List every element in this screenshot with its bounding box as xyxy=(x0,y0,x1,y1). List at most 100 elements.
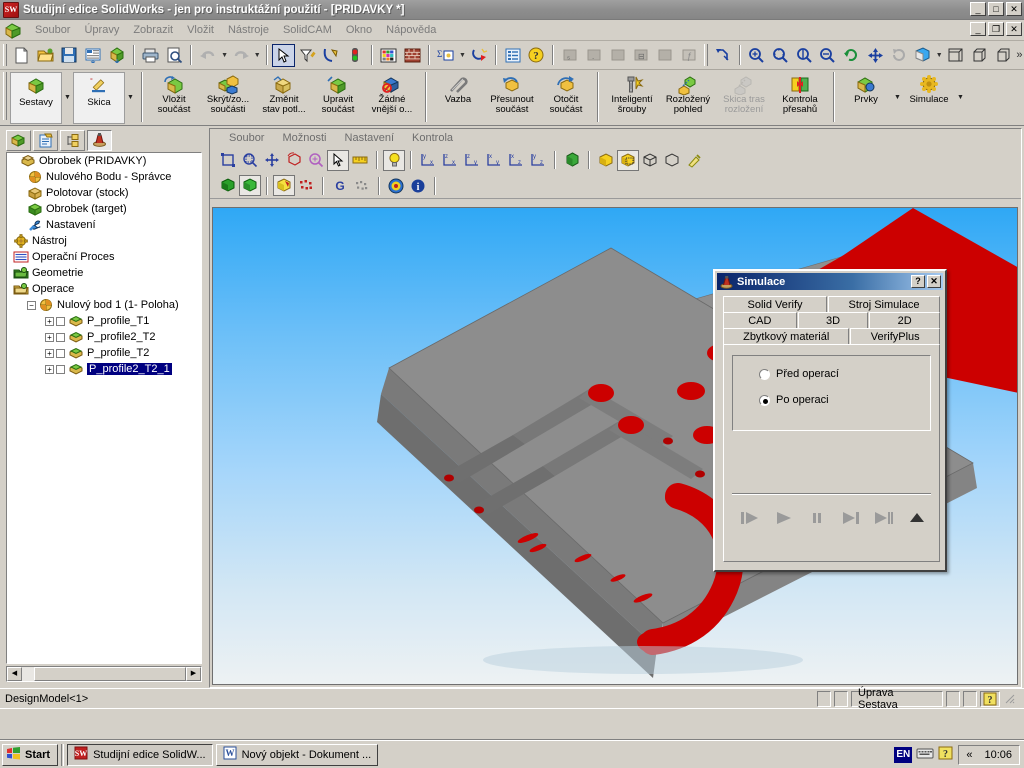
shade-selected-icon[interactable] xyxy=(617,149,639,171)
move-component-button[interactable]: Přesunout součást xyxy=(484,72,540,124)
view-xz-icon[interactable]: xz xyxy=(505,150,527,171)
features-button[interactable]: Prvky xyxy=(840,72,892,124)
tab-cad[interactable]: CAD xyxy=(723,312,797,328)
paint-brush-icon[interactable] xyxy=(683,150,705,171)
help-icon[interactable]: ? xyxy=(525,44,549,67)
filter-icon[interactable] xyxy=(295,44,319,67)
menu-item-okno[interactable]: Okno xyxy=(339,22,379,38)
stock-render-icon[interactable] xyxy=(273,175,295,196)
wireframe-icon[interactable] xyxy=(639,150,661,171)
doc-restore-button[interactable]: ❐ xyxy=(988,22,1004,36)
zoom-out-icon[interactable] xyxy=(816,44,840,67)
more-toolbar-icons-chevron[interactable]: » xyxy=(1015,44,1024,67)
simulation-button[interactable]: Simulace xyxy=(903,72,955,124)
view-yx-icon[interactable]: yx xyxy=(417,150,439,171)
save-icon[interactable] xyxy=(58,44,82,67)
sketch-button[interactable]: ° Skica xyxy=(73,72,125,124)
print-layout-icon[interactable] xyxy=(81,44,105,67)
rebuild-refresh-icon[interactable] xyxy=(467,44,491,67)
insert-component-button[interactable]: Vložit součást xyxy=(148,72,200,124)
expand-plus-icon[interactable]: + xyxy=(45,348,54,358)
pan-move-icon[interactable] xyxy=(261,150,283,171)
tab-solid-verify[interactable]: Solid Verify xyxy=(723,296,827,312)
redo-icon[interactable] xyxy=(229,44,253,67)
color-palette-icon[interactable] xyxy=(377,44,401,67)
view-menu-kontrola[interactable]: Kontrola xyxy=(403,132,462,144)
play-to-end-button[interactable] xyxy=(872,507,896,529)
tab-2d[interactable]: 2D xyxy=(869,312,940,328)
box-outline-icon[interactable] xyxy=(661,150,683,171)
minimize-button[interactable]: _ xyxy=(970,2,986,16)
measure-sketch-icon[interactable] xyxy=(319,44,343,67)
new-document-icon[interactable] xyxy=(10,44,34,67)
menu-item-upravy[interactable]: Úpravy xyxy=(77,22,126,38)
view-toolbar-grip[interactable] xyxy=(703,44,708,66)
doc-minimize-button[interactable]: _ xyxy=(970,22,986,36)
radio-row-pred-operaci[interactable]: Před operací xyxy=(759,366,930,382)
mass-properties-dropdown-arrow[interactable]: ▼ xyxy=(458,44,467,67)
trimetric-view-icon[interactable] xyxy=(967,44,991,67)
globe-isometric-icon[interactable] xyxy=(561,150,583,171)
radio-row-po-operaci[interactable]: Po operaci xyxy=(759,392,930,408)
taskbar-item-solidworks[interactable]: SW Studijní edice SolidW... xyxy=(67,743,213,766)
rotate-view-icon[interactable] xyxy=(840,44,864,67)
fit-frame-icon[interactable] xyxy=(217,150,239,171)
operation-checkbox[interactable] xyxy=(56,364,65,374)
clock-area[interactable]: « 10:06 xyxy=(958,744,1020,765)
traffic-light-icon[interactable] xyxy=(343,44,367,67)
display-style-icon[interactable] xyxy=(911,44,935,67)
edit-component-button[interactable]: Upravit součást xyxy=(312,72,364,124)
feature-tree-tab[interactable] xyxy=(6,129,31,151)
start-button[interactable]: Start xyxy=(2,743,59,766)
menu-item-nastroje[interactable]: Nástroje xyxy=(221,22,276,38)
mate-button[interactable]: Vazba xyxy=(432,72,484,124)
solid-green-cube2-icon[interactable] xyxy=(239,175,261,196)
undo-icon[interactable] xyxy=(196,44,220,67)
tray-expand-chevron[interactable]: « xyxy=(966,749,972,761)
expand-plus-icon[interactable]: + xyxy=(45,332,54,342)
scroll-right-button[interactable]: ▶ xyxy=(186,667,201,681)
annotation-b-icon[interactable]: . xyxy=(582,44,606,67)
tree-item-p-profile-t1[interactable]: + P_profile_T1 xyxy=(7,313,201,329)
tab-3d[interactable]: 3D xyxy=(797,312,869,328)
mass-properties-icon[interactable]: Σ xyxy=(434,44,458,67)
previous-view-icon[interactable] xyxy=(887,44,911,67)
simulace-dialog[interactable]: Simulace ? ✕ Solid Verify Stroj Simulace… xyxy=(713,269,947,572)
simulation-dropdown-arrow[interactable]: ▼ xyxy=(955,72,966,122)
maximize-button[interactable]: □ xyxy=(988,2,1004,16)
pause-button[interactable] xyxy=(805,507,829,529)
features-dropdown-arrow[interactable]: ▼ xyxy=(892,72,903,122)
hide-show-components-button[interactable]: Skrýt/zo... součásti xyxy=(200,72,256,124)
rotate-component-button[interactable]: Otočit součást xyxy=(540,72,592,124)
tab-verifyplus[interactable]: VerifyPlus xyxy=(850,328,940,344)
tree-item-p-profile2-t2-1[interactable]: + P_profile2_T2_1 xyxy=(7,361,201,377)
print-icon[interactable] xyxy=(139,44,163,67)
scroll-thumb[interactable] xyxy=(34,667,186,681)
help-tray-icon[interactable]: ? xyxy=(938,746,954,764)
assembly-mode-button[interactable]: Sestavy xyxy=(10,72,62,124)
sketch-dropdown-arrow[interactable]: ▼ xyxy=(125,72,136,122)
doc-close-button[interactable]: ✕ xyxy=(1006,22,1022,36)
annotation-f-icon[interactable]: ƒ xyxy=(677,44,701,67)
view-menu-nastaveni[interactable]: Nastavení xyxy=(336,132,404,144)
status-help-button[interactable]: ? xyxy=(980,690,1000,707)
zoom-to-fit-icon[interactable] xyxy=(745,44,769,67)
select-arrow-icon[interactable] xyxy=(327,149,349,171)
exploded-view-button[interactable]: Rozložený pohled xyxy=(660,72,716,124)
no-external-references-button[interactable]: Žádné vnější o... xyxy=(364,72,420,124)
eject-button[interactable] xyxy=(905,507,929,529)
assembly-toolbar-grip[interactable] xyxy=(3,72,7,120)
annotation-a-icon[interactable]: ₅ xyxy=(558,44,582,67)
change-suppression-state-button[interactable]: Změnit stav potl... xyxy=(256,72,312,124)
expand-plus-icon[interactable]: + xyxy=(45,364,54,374)
step-play-button[interactable] xyxy=(739,507,763,529)
annotation-d-icon[interactable]: ⊟ xyxy=(630,44,654,67)
print-preview-icon[interactable] xyxy=(163,44,187,67)
tree-item-polotovar-stock[interactable]: Polotovar (stock) xyxy=(7,185,201,201)
g-code-icon[interactable]: G xyxy=(329,175,351,196)
info-icon[interactable]: i xyxy=(407,175,429,196)
target-circle-icon[interactable] xyxy=(385,175,407,196)
operation-checkbox[interactable] xyxy=(56,316,65,326)
zoom-to-area-icon[interactable] xyxy=(768,44,792,67)
annotation-e-icon[interactable] xyxy=(653,44,677,67)
